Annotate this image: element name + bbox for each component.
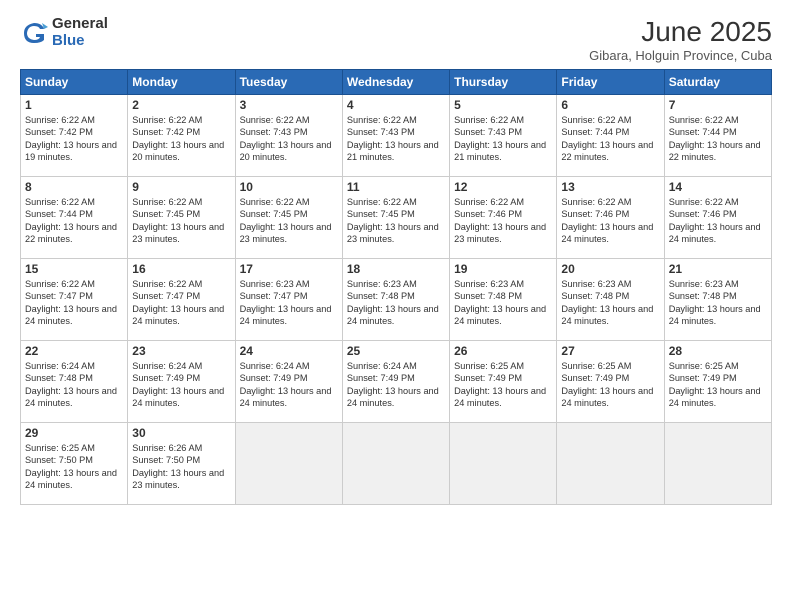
logo-blue-text: Blue	[52, 33, 108, 50]
day-28: 28 Sunrise: 6:25 AMSunset: 7:49 PMDaylig…	[664, 341, 771, 423]
day-10: 10 Sunrise: 6:22 AMSunset: 7:45 PMDaylig…	[235, 177, 342, 259]
empty-cell-4	[557, 423, 664, 505]
day-15: 15 Sunrise: 6:22 AMSunset: 7:47 PMDaylig…	[21, 259, 128, 341]
col-saturday: Saturday	[664, 70, 771, 95]
day-6: 6 Sunrise: 6:22 AMSunset: 7:44 PMDayligh…	[557, 95, 664, 177]
week-4: 22 Sunrise: 6:24 AMSunset: 7:48 PMDaylig…	[21, 341, 772, 423]
day-8: 8 Sunrise: 6:22 AMSunset: 7:44 PMDayligh…	[21, 177, 128, 259]
day-11: 11 Sunrise: 6:22 AMSunset: 7:45 PMDaylig…	[342, 177, 449, 259]
calendar-table: Sunday Monday Tuesday Wednesday Thursday…	[20, 69, 772, 505]
logo: General Blue	[20, 16, 108, 49]
header: General Blue June 2025 Gibara, Holguin P…	[20, 16, 772, 63]
calendar-header-row: Sunday Monday Tuesday Wednesday Thursday…	[21, 70, 772, 95]
col-sunday: Sunday	[21, 70, 128, 95]
day-22: 22 Sunrise: 6:24 AMSunset: 7:48 PMDaylig…	[21, 341, 128, 423]
day-27: 27 Sunrise: 6:25 AMSunset: 7:49 PMDaylig…	[557, 341, 664, 423]
day-18: 18 Sunrise: 6:23 AMSunset: 7:48 PMDaylig…	[342, 259, 449, 341]
day-29: 29 Sunrise: 6:25 AMSunset: 7:50 PMDaylig…	[21, 423, 128, 505]
logo-icon	[20, 19, 48, 47]
day-4: 4 Sunrise: 6:22 AMSunset: 7:43 PMDayligh…	[342, 95, 449, 177]
col-friday: Friday	[557, 70, 664, 95]
col-wednesday: Wednesday	[342, 70, 449, 95]
week-3: 15 Sunrise: 6:22 AMSunset: 7:47 PMDaylig…	[21, 259, 772, 341]
day-19: 19 Sunrise: 6:23 AMSunset: 7:48 PMDaylig…	[450, 259, 557, 341]
page: General Blue June 2025 Gibara, Holguin P…	[0, 0, 792, 612]
empty-cell-2	[342, 423, 449, 505]
empty-cell-5	[664, 423, 771, 505]
day-9: 9 Sunrise: 6:22 AMSunset: 7:45 PMDayligh…	[128, 177, 235, 259]
week-5: 29 Sunrise: 6:25 AMSunset: 7:50 PMDaylig…	[21, 423, 772, 505]
month-title: June 2025	[589, 16, 772, 48]
day-17: 17 Sunrise: 6:23 AMSunset: 7:47 PMDaylig…	[235, 259, 342, 341]
day-1: 1 Sunrise: 6:22 AMSunset: 7:42 PMDayligh…	[21, 95, 128, 177]
logo-text: General Blue	[52, 16, 108, 49]
week-2: 8 Sunrise: 6:22 AMSunset: 7:44 PMDayligh…	[21, 177, 772, 259]
day-7: 7 Sunrise: 6:22 AMSunset: 7:44 PMDayligh…	[664, 95, 771, 177]
day-23: 23 Sunrise: 6:24 AMSunset: 7:49 PMDaylig…	[128, 341, 235, 423]
week-1: 1 Sunrise: 6:22 AMSunset: 7:42 PMDayligh…	[21, 95, 772, 177]
day-30: 30 Sunrise: 6:26 AMSunset: 7:50 PMDaylig…	[128, 423, 235, 505]
day-12: 12 Sunrise: 6:22 AMSunset: 7:46 PMDaylig…	[450, 177, 557, 259]
day-14: 14 Sunrise: 6:22 AMSunset: 7:46 PMDaylig…	[664, 177, 771, 259]
empty-cell-1	[235, 423, 342, 505]
title-section: June 2025 Gibara, Holguin Province, Cuba	[589, 16, 772, 63]
logo-general-text: General	[52, 16, 108, 33]
empty-cell-3	[450, 423, 557, 505]
day-24: 24 Sunrise: 6:24 AMSunset: 7:49 PMDaylig…	[235, 341, 342, 423]
day-5: 5 Sunrise: 6:22 AMSunset: 7:43 PMDayligh…	[450, 95, 557, 177]
day-3: 3 Sunrise: 6:22 AMSunset: 7:43 PMDayligh…	[235, 95, 342, 177]
day-16: 16 Sunrise: 6:22 AMSunset: 7:47 PMDaylig…	[128, 259, 235, 341]
day-26: 26 Sunrise: 6:25 AMSunset: 7:49 PMDaylig…	[450, 341, 557, 423]
day-2: 2 Sunrise: 6:22 AMSunset: 7:42 PMDayligh…	[128, 95, 235, 177]
location-subtitle: Gibara, Holguin Province, Cuba	[589, 48, 772, 63]
day-21: 21 Sunrise: 6:23 AMSunset: 7:48 PMDaylig…	[664, 259, 771, 341]
day-25: 25 Sunrise: 6:24 AMSunset: 7:49 PMDaylig…	[342, 341, 449, 423]
day-20: 20 Sunrise: 6:23 AMSunset: 7:48 PMDaylig…	[557, 259, 664, 341]
day-13: 13 Sunrise: 6:22 AMSunset: 7:46 PMDaylig…	[557, 177, 664, 259]
col-monday: Monday	[128, 70, 235, 95]
col-tuesday: Tuesday	[235, 70, 342, 95]
col-thursday: Thursday	[450, 70, 557, 95]
